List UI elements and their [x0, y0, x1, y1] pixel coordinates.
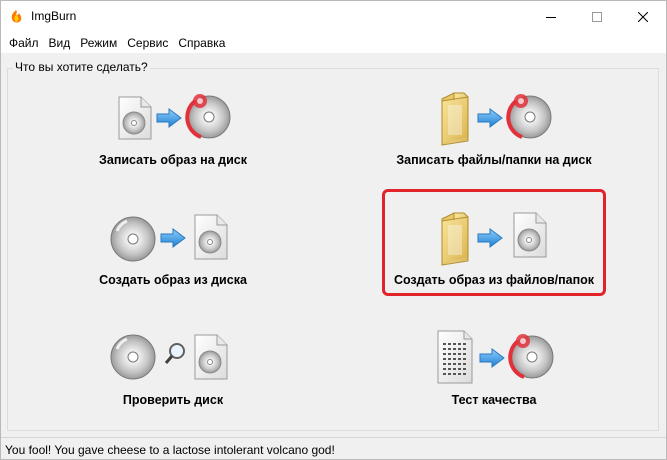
imgburn-window: ImgBurn Файл Вид Режим Сервис Справка Чт… — [0, 0, 667, 460]
burn-disc-icon — [185, 94, 231, 139]
menu-tools[interactable]: Сервис — [122, 34, 173, 52]
action-label: Записать образ на диск — [99, 153, 247, 167]
close-icon — [638, 11, 648, 22]
arrow-right-icon — [156, 108, 182, 128]
arrow-right-icon — [160, 228, 186, 248]
write-image-to-disc-button[interactable]: Записать образ на диск — [53, 87, 293, 187]
magnifier-icon — [164, 343, 185, 364]
action-label: Тест качества — [451, 393, 537, 407]
maximize-icon — [592, 11, 602, 22]
image-file-icon — [194, 214, 228, 260]
minimize-button[interactable] — [528, 1, 574, 32]
action-label: Создать образ из диска — [99, 273, 247, 287]
close-button[interactable] — [620, 1, 666, 32]
maximize-button[interactable] — [574, 1, 620, 32]
write-files-folders-to-disc-button[interactable]: Записать файлы/папки на диск — [374, 87, 614, 187]
verify-disc-button[interactable]: Проверить диск — [53, 327, 293, 427]
menu-mode[interactable]: Режим — [75, 34, 122, 52]
create-image-from-disc-button[interactable]: Создать образ из диска — [53, 207, 293, 307]
selection-highlight — [382, 189, 606, 296]
folder-icon — [441, 92, 469, 146]
disc-icon — [110, 216, 156, 262]
burn-disc-icon — [508, 334, 554, 379]
menu-bar: Файл Вид Режим Сервис Справка — [1, 32, 666, 53]
menu-help[interactable]: Справка — [173, 34, 230, 52]
menu-file[interactable]: Файл — [4, 34, 44, 52]
grid-document-icon — [437, 330, 473, 384]
image-file-icon — [118, 96, 152, 140]
arrow-right-icon — [477, 108, 503, 128]
group-label: Что вы хотите сделать? — [13, 60, 150, 74]
minimize-icon — [546, 16, 556, 18]
status-bar: You fool! You gave cheese to a lactose i… — [1, 437, 666, 459]
image-file-icon — [194, 334, 228, 380]
burn-disc-icon — [506, 94, 552, 139]
window-title: ImgBurn — [31, 9, 77, 23]
action-label: Проверить диск — [122, 393, 224, 407]
status-text: You fool! You gave cheese to a lactose i… — [5, 443, 335, 457]
title-bar: ImgBurn — [1, 1, 666, 32]
menu-view[interactable]: Вид — [44, 34, 76, 52]
arrow-right-icon — [479, 348, 505, 368]
disc-icon — [110, 334, 156, 380]
imgburn-logo-icon — [11, 10, 22, 23]
quality-test-button[interactable]: Тест качества — [374, 327, 614, 427]
action-label: Записать файлы/папки на диск — [396, 153, 592, 167]
